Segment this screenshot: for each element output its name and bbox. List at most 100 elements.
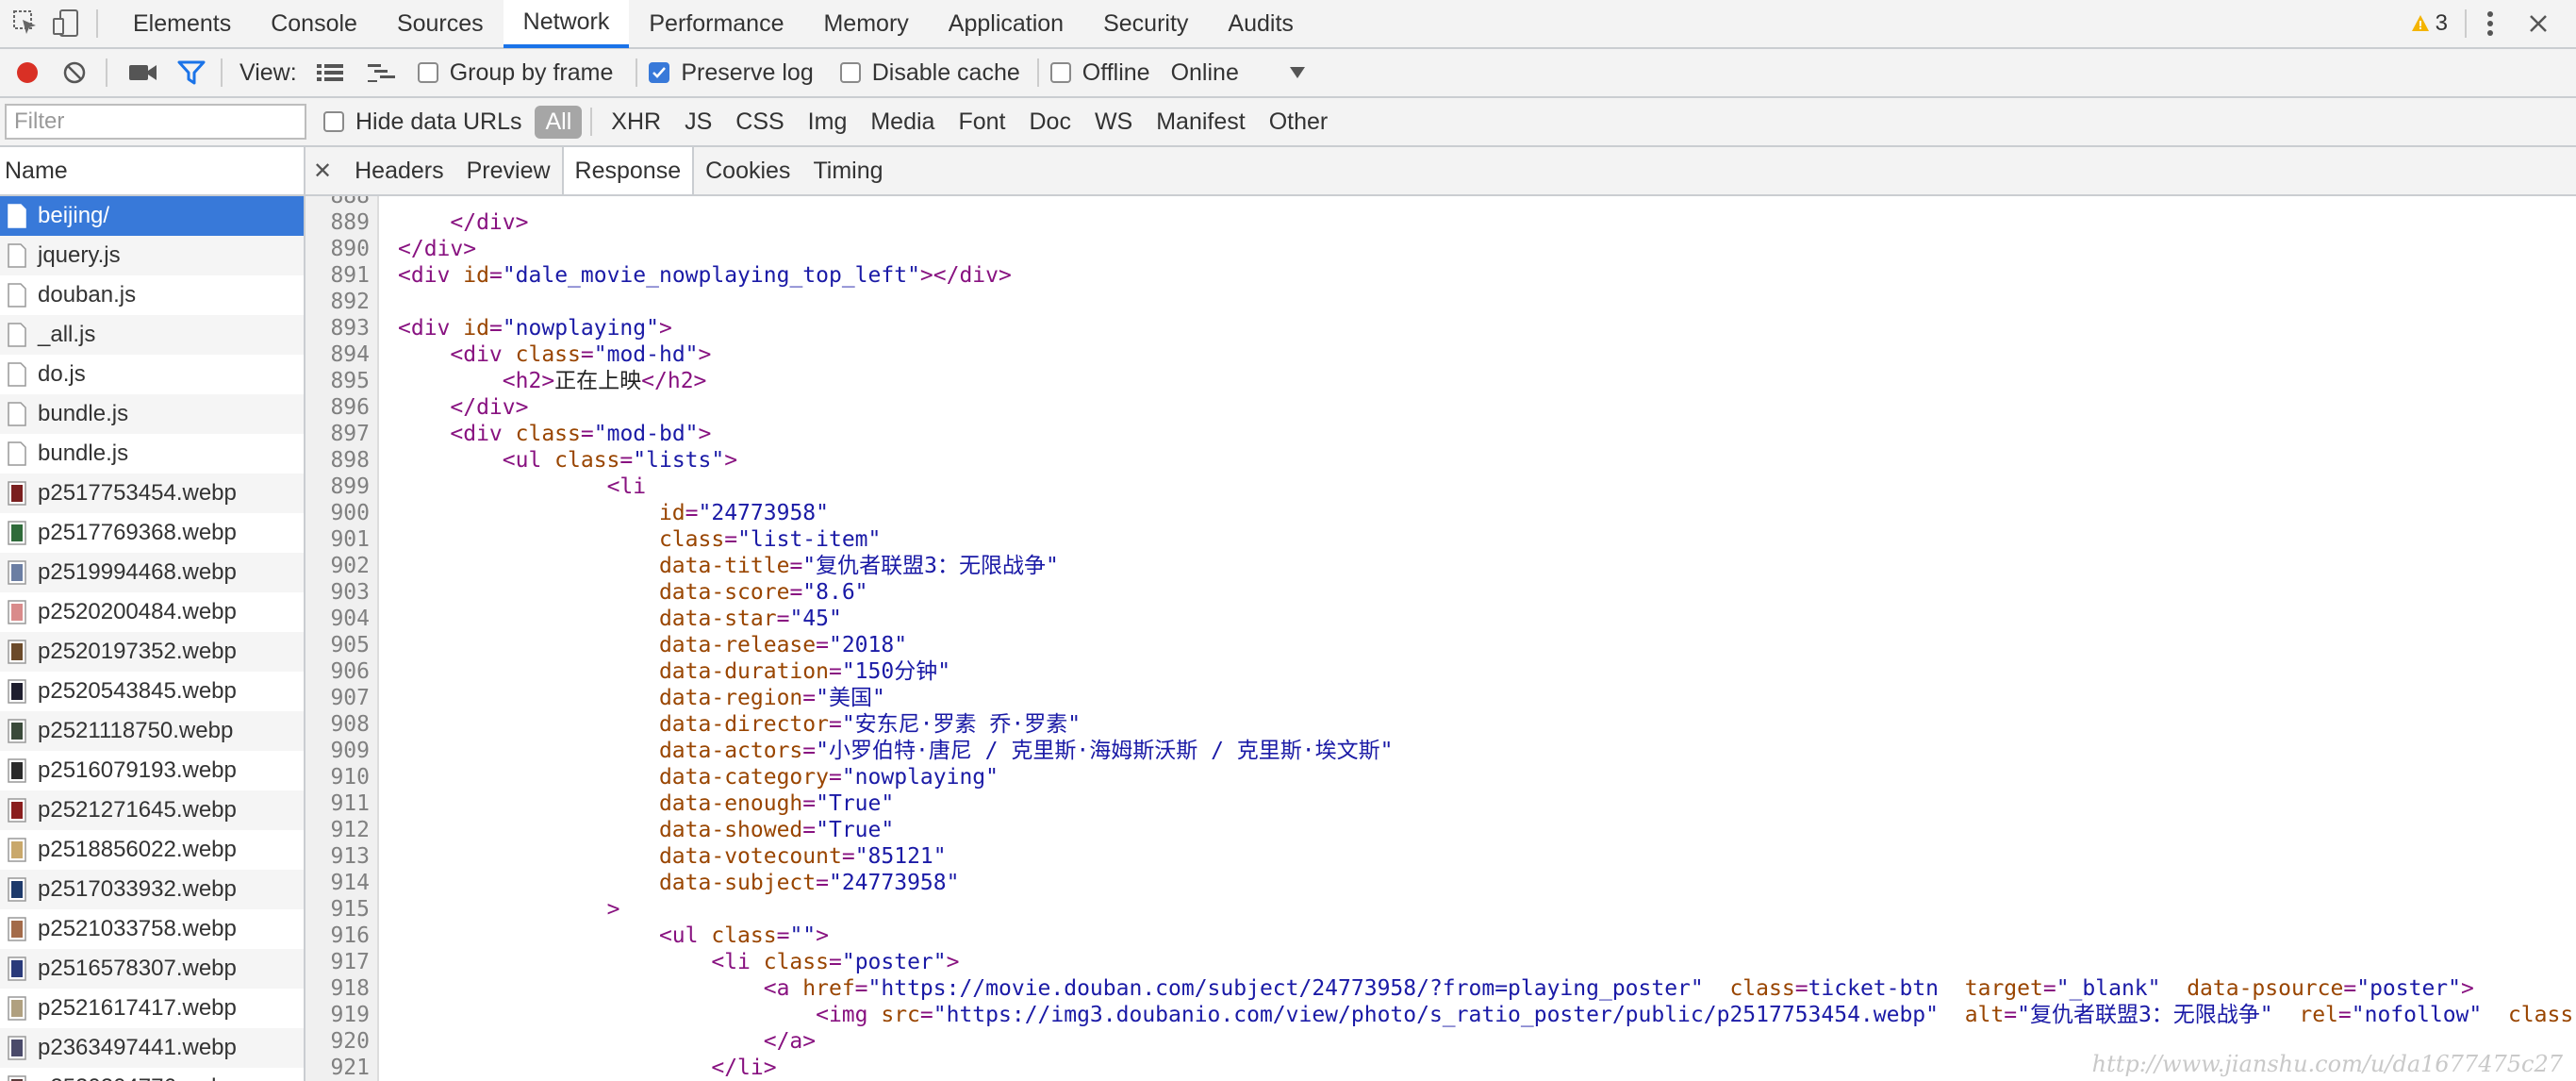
tab-elements[interactable]: Elements <box>113 0 251 47</box>
filter-all[interactable]: All <box>535 105 583 139</box>
hide-data-urls-option[interactable]: Hide data URLs <box>323 108 521 136</box>
request-row[interactable]: p2521118750.webp <box>0 711 304 751</box>
code-token: "poster" <box>841 950 947 974</box>
detail-tab-cookies[interactable]: Cookies <box>694 147 801 194</box>
code-token: <div <box>450 422 516 446</box>
line-number: 917 <box>330 950 370 974</box>
tab-network[interactable]: Network <box>503 0 630 48</box>
disable-cache-checkbox[interactable] <box>839 62 861 83</box>
filter-font[interactable]: Font <box>948 106 1016 139</box>
line-number: 899 <box>330 474 370 499</box>
inspect-element-icon[interactable] <box>13 8 38 39</box>
close-devtools-icon[interactable] <box>2527 8 2550 39</box>
request-row[interactable]: bundle.js <box>0 394 304 434</box>
request-row[interactable]: p2518856022.webp <box>0 830 304 870</box>
record-icon[interactable] <box>15 60 40 85</box>
request-row[interactable]: p2521271645.webp <box>0 790 304 830</box>
detail-tab-preview[interactable]: Preview <box>455 147 562 194</box>
request-row[interactable]: p2517753454.webp <box>0 474 304 513</box>
request-row[interactable]: p2521033758.webp <box>0 909 304 949</box>
filter-manifest[interactable]: Manifest <box>1146 106 1255 139</box>
request-row[interactable]: bundle.js <box>0 434 304 474</box>
line-content: data-score="8.6" <box>398 579 868 606</box>
request-row[interactable]: do.js <box>0 355 304 394</box>
request-row[interactable]: p2516079193.webp <box>0 751 304 790</box>
request-row[interactable]: jquery.js <box>0 236 304 275</box>
code-token: class <box>554 448 620 473</box>
request-row[interactable]: p2519994468.webp <box>0 553 304 592</box>
image-file-icon <box>8 1036 26 1060</box>
request-name: p2519994468.webp <box>38 559 237 585</box>
image-file-icon <box>8 640 26 664</box>
filter-img[interactable]: Img <box>798 106 858 139</box>
large-rows-icon[interactable] <box>316 61 344 84</box>
overview-waterfall-icon[interactable] <box>367 61 397 84</box>
capture-screenshots-icon[interactable] <box>128 60 158 85</box>
document-file-icon <box>8 204 26 228</box>
line-number: 891 <box>330 263 370 288</box>
filter-ws[interactable]: WS <box>1084 106 1143 139</box>
request-row[interactable]: _all.js <box>0 315 304 355</box>
code-token: rel <box>2299 1003 2338 1027</box>
offline-option[interactable]: Offline <box>1049 59 1150 87</box>
offline-checkbox[interactable] <box>1049 62 1071 83</box>
tab-audits[interactable]: Audits <box>1208 0 1313 47</box>
request-row[interactable]: p2517033932.webp <box>0 870 304 909</box>
detail-tab-headers[interactable]: Headers <box>343 147 455 194</box>
tab-application[interactable]: Application <box>929 0 1083 47</box>
request-name: p2520197352.webp <box>38 639 237 664</box>
request-row[interactable]: p2520543845.webp <box>0 672 304 711</box>
request-name: p2521271645.webp <box>38 797 237 823</box>
filter-xhr[interactable]: XHR <box>601 106 671 139</box>
device-toolbar-icon[interactable] <box>53 8 79 39</box>
clear-log-icon[interactable] <box>62 60 87 85</box>
disable-cache-option[interactable]: Disable cache <box>839 59 1020 87</box>
request-row[interactable]: p2520197352.webp <box>0 632 304 672</box>
request-row[interactable]: p2517769368.webp <box>0 513 304 553</box>
group-by-frame-checkbox[interactable] <box>417 62 438 83</box>
code-line: 892 <box>305 289 2576 315</box>
code-token: "美国" <box>816 686 885 710</box>
code-line: 916 <ul class=""> <box>305 923 2576 949</box>
detail-tab-timing[interactable]: Timing <box>801 147 894 194</box>
response-viewer[interactable]: 888 889 </div> 890 </div> 891 <div id="dale_m… <box>305 196 2576 1081</box>
request-row[interactable]: p2516578307.webp <box>0 949 304 989</box>
filter-js[interactable]: JS <box>674 106 722 139</box>
code-token: = <box>789 554 803 578</box>
request-row[interactable]: beijing/ <box>0 196 304 236</box>
filter-icon[interactable] <box>177 59 206 86</box>
line-number: 915 <box>330 897 370 922</box>
detail-tab-response[interactable]: Response <box>561 147 695 194</box>
filter-media[interactable]: Media <box>860 106 945 139</box>
close-detail-icon[interactable]: ✕ <box>305 158 343 185</box>
request-row[interactable]: p2520200484.webp <box>0 592 304 632</box>
filter-input[interactable] <box>5 104 306 140</box>
throttling-select[interactable]: Online <box>1171 59 1307 87</box>
filter-doc[interactable]: Doc <box>1018 106 1081 139</box>
line-content: <a href="https://movie.douban.com/subjec… <box>398 975 2474 1002</box>
line-number: 889 <box>330 210 370 235</box>
group-by-frame-option[interactable]: Group by frame <box>417 59 613 87</box>
preserve-log-checkbox[interactable] <box>649 62 670 83</box>
hide-data-urls-checkbox[interactable] <box>323 111 344 132</box>
request-row[interactable]: p2521617417.webp <box>0 989 304 1028</box>
tab-sources[interactable]: Sources <box>377 0 504 47</box>
request-row[interactable]: p2520204776.webp <box>0 1068 304 1081</box>
code-line: 913 data-votecount="85121" <box>305 843 2576 870</box>
filter-other[interactable]: Other <box>1259 106 1339 139</box>
more-options-icon[interactable] <box>2485 8 2495 39</box>
filter-css[interactable]: CSS <box>725 106 794 139</box>
name-column-header[interactable]: Name <box>0 147 304 196</box>
warnings-counter[interactable]: 3 <box>2411 10 2448 37</box>
tab-performance[interactable]: Performance <box>629 0 803 47</box>
tab-security[interactable]: Security <box>1083 0 1208 47</box>
tab-memory[interactable]: Memory <box>803 0 928 47</box>
line-content: <ul class=""> <box>398 923 829 949</box>
request-row[interactable]: p2363497441.webp <box>0 1028 304 1068</box>
preserve-log-option[interactable]: Preserve log <box>649 59 814 87</box>
request-row[interactable]: douban.js <box>0 275 304 315</box>
tab-console[interactable]: Console <box>251 0 377 47</box>
